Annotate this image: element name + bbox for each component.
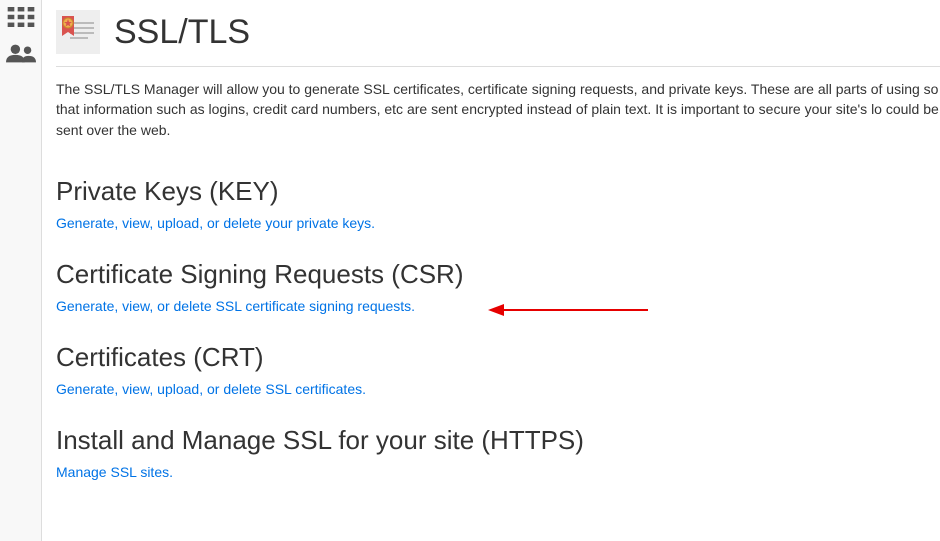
- apps-grid-icon[interactable]: [6, 6, 36, 28]
- link-crt[interactable]: Generate, view, upload, or delete SSL ce…: [56, 381, 366, 397]
- section-private-keys: Private Keys (KEY) Generate, view, uploa…: [56, 176, 940, 233]
- link-csr[interactable]: Generate, view, or delete SSL certificat…: [56, 298, 415, 314]
- section-install-ssl: Install and Manage SSL for your site (HT…: [56, 425, 940, 482]
- main-content: SSL/TLS The SSL/TLS Manager will allow y…: [42, 0, 940, 541]
- heading-crt: Certificates (CRT): [56, 342, 940, 373]
- link-private-keys[interactable]: Generate, view, upload, or delete your p…: [56, 215, 375, 231]
- arrow-annotation-icon: [488, 300, 648, 320]
- heading-install-ssl: Install and Manage SSL for your site (HT…: [56, 425, 940, 456]
- heading-private-keys: Private Keys (KEY): [56, 176, 940, 207]
- section-csr: Certificate Signing Requests (CSR) Gener…: [56, 259, 940, 316]
- ssl-tls-icon: [56, 10, 100, 54]
- users-icon[interactable]: [6, 42, 36, 64]
- sidebar: [0, 0, 42, 541]
- header-divider: [56, 66, 940, 67]
- heading-csr: Certificate Signing Requests (CSR): [56, 259, 940, 290]
- page-title: SSL/TLS: [114, 13, 250, 52]
- link-install-ssl[interactable]: Manage SSL sites.: [56, 464, 173, 480]
- intro-text: The SSL/TLS Manager will allow you to ge…: [56, 79, 940, 140]
- section-crt: Certificates (CRT) Generate, view, uploa…: [56, 342, 940, 399]
- page-header: SSL/TLS: [56, 10, 940, 54]
